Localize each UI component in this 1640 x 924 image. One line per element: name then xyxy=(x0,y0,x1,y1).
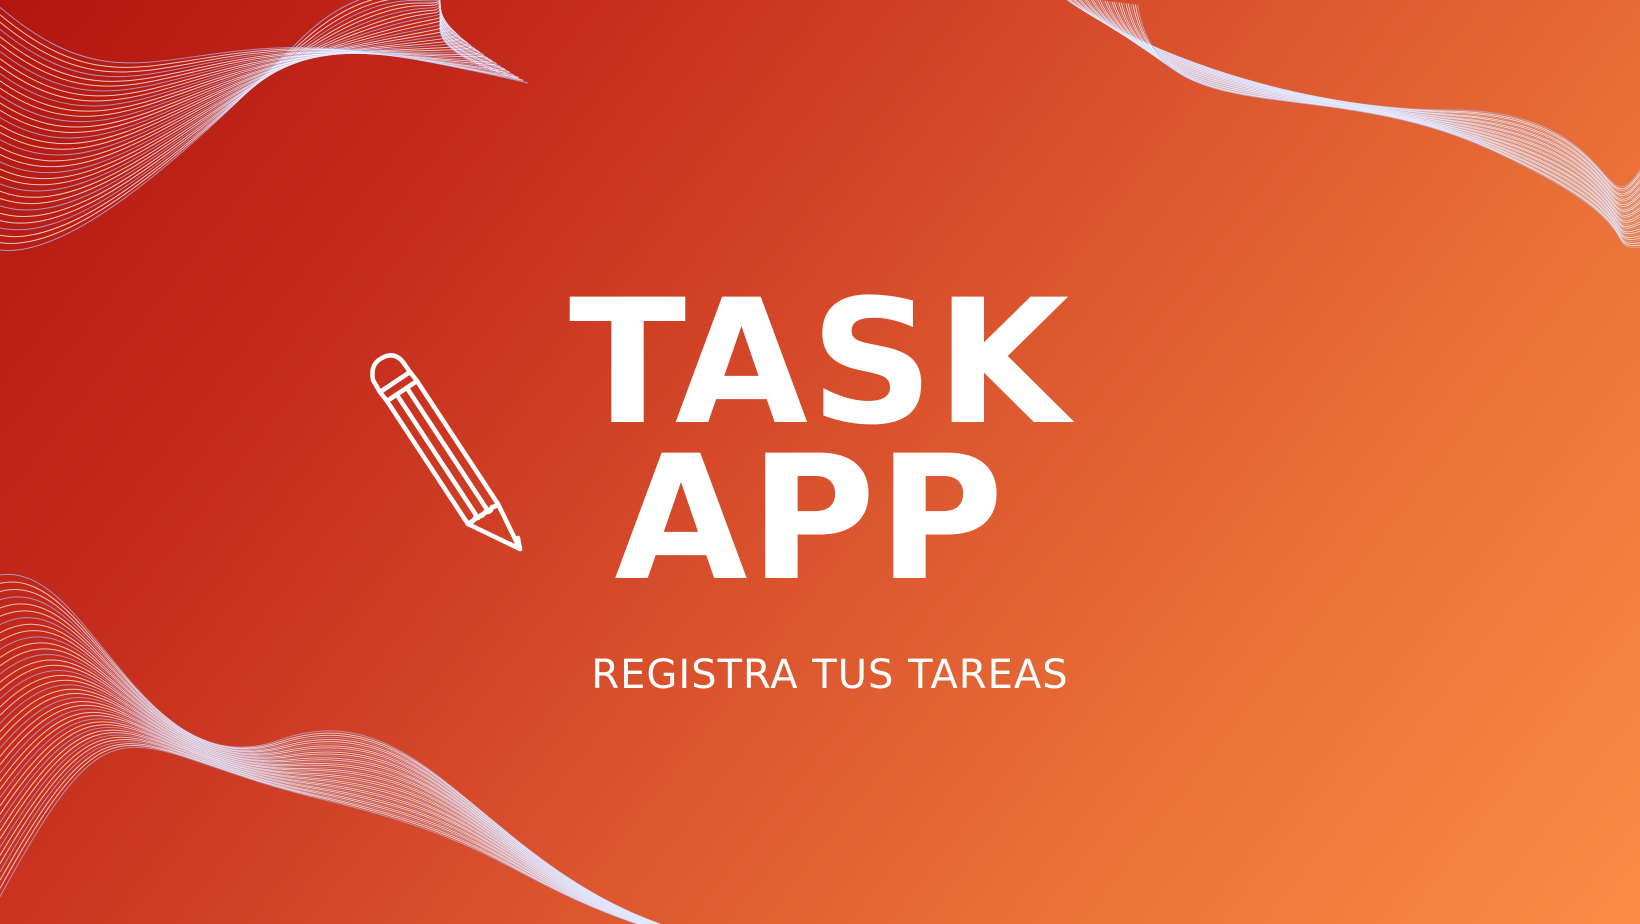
wave-pattern-top-right xyxy=(1066,0,1640,249)
splash-screen: TASK APP REGISTRA TUS TAREAS xyxy=(0,0,1640,924)
wave-pattern-top-left xyxy=(0,0,528,251)
title-line-2: APP xyxy=(614,418,1006,619)
app-title: TASK APP xyxy=(540,277,1100,605)
app-subtitle: REGISTRA TUS TAREAS xyxy=(591,652,1069,698)
wave-pattern-bottom-left xyxy=(0,573,661,924)
